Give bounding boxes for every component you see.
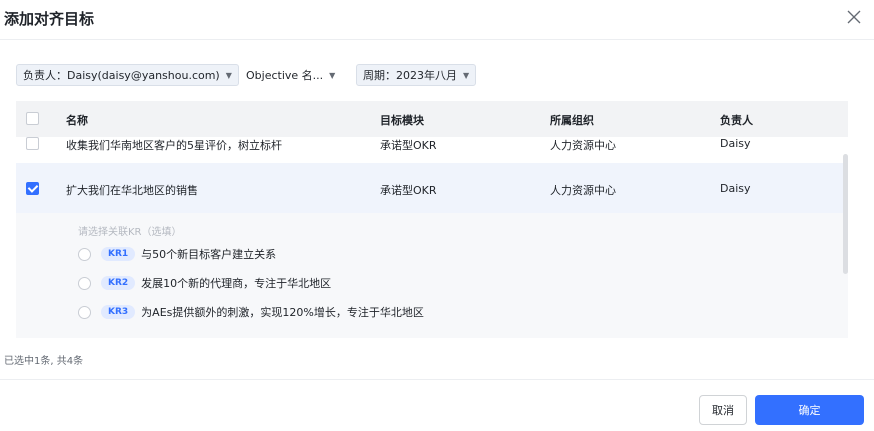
row-checkbox[interactable] [26,137,39,150]
kr-option[interactable]: KR3 为AEs提供额外的刺激，实现120%增长，专注于华北地区 [78,303,424,321]
objective-owner: Daisy [720,137,751,150]
owner-filter-label: 负责人：Daisy(daisy@yanshou.com) [23,69,220,82]
kr-text: 发展10个新的代理商，专注于华北地区 [141,277,332,290]
objective-filter-label: Objective 名... [246,69,324,82]
kr-hint: 请选择关联KR（选填） [78,227,182,238]
column-header-org: 所属组织 [550,114,594,127]
kr-selection-panel: 请选择关联KR（选填） KR1 与50个新目标客户建立关系 KR2 发展10个新… [16,213,848,338]
objective-name-filter[interactable]: Objective 名... ▼ [242,64,339,86]
objective-org: 人力资源中心 [550,139,616,152]
objective-module: 承诺型OKR [380,139,437,152]
table-row[interactable]: 收集我们华南地区客户的5星评价，树立标杆 承诺型OKR 人力资源中心 Daisy [16,137,848,163]
objective-owner: Daisy [720,182,751,195]
column-header-owner: 负责人 [720,114,753,127]
kr-option[interactable]: KR1 与50个新目标客户建立关系 [78,245,276,263]
objective-org: 人力资源中心 [550,184,616,197]
objective-name: 扩大我们在华北地区的销售 [66,184,198,197]
kr-text: 为AEs提供额外的刺激，实现120%增长，专注于华北地区 [141,306,424,319]
period-filter[interactable]: 周期：2023年八月 ▼ [356,64,477,86]
column-header-name: 名称 [66,114,88,127]
select-all-checkbox[interactable] [26,112,39,125]
table-row[interactable]: 扩大我们在华北地区的销售 承诺型OKR 人力资源中心 Daisy [16,163,848,213]
objective-module: 承诺型OKR [380,184,437,197]
objectives-table: 名称 目标模块 所属组织 负责人 收集我们华南地区客户的5星评价，树立标杆 承诺… [16,101,848,338]
table-header: 名称 目标模块 所属组织 负责人 [16,101,848,137]
period-filter-label: 周期：2023年八月 [363,69,457,82]
close-icon[interactable] [844,7,864,27]
kr-radio[interactable] [78,247,91,261]
kr-radio[interactable] [78,276,91,290]
kr-tag: KR1 [101,247,136,261]
caret-down-icon: ▼ [329,70,336,80]
footer-divider [0,379,874,380]
column-header-module: 目标模块 [380,114,424,127]
kr-tag: KR3 [101,305,136,319]
objective-name: 收集我们华南地区客户的5星评价，树立标杆 [66,139,282,152]
confirm-button[interactable]: 确定 [755,395,864,425]
kr-text: 与50个新目标客户建立关系 [141,248,277,261]
owner-filter[interactable]: 负责人：Daisy(daisy@yanshou.com) ▼ [16,64,239,86]
kr-tag: KR2 [101,276,136,290]
table-scrollbar[interactable] [843,154,848,274]
caret-down-icon: ▼ [463,70,470,80]
kr-option[interactable]: KR2 发展10个新的代理商，专注于华北地区 [78,274,331,292]
cancel-button[interactable]: 取消 [699,395,747,425]
kr-radio[interactable] [78,305,91,319]
selection-count: 已选中1条, 共4条 [4,356,84,367]
row-checkbox[interactable] [26,182,39,195]
caret-down-icon: ▼ [225,70,232,80]
dialog-title: 添加对齐目标 [4,10,95,28]
dialog-header: 添加对齐目标 [0,0,874,40]
